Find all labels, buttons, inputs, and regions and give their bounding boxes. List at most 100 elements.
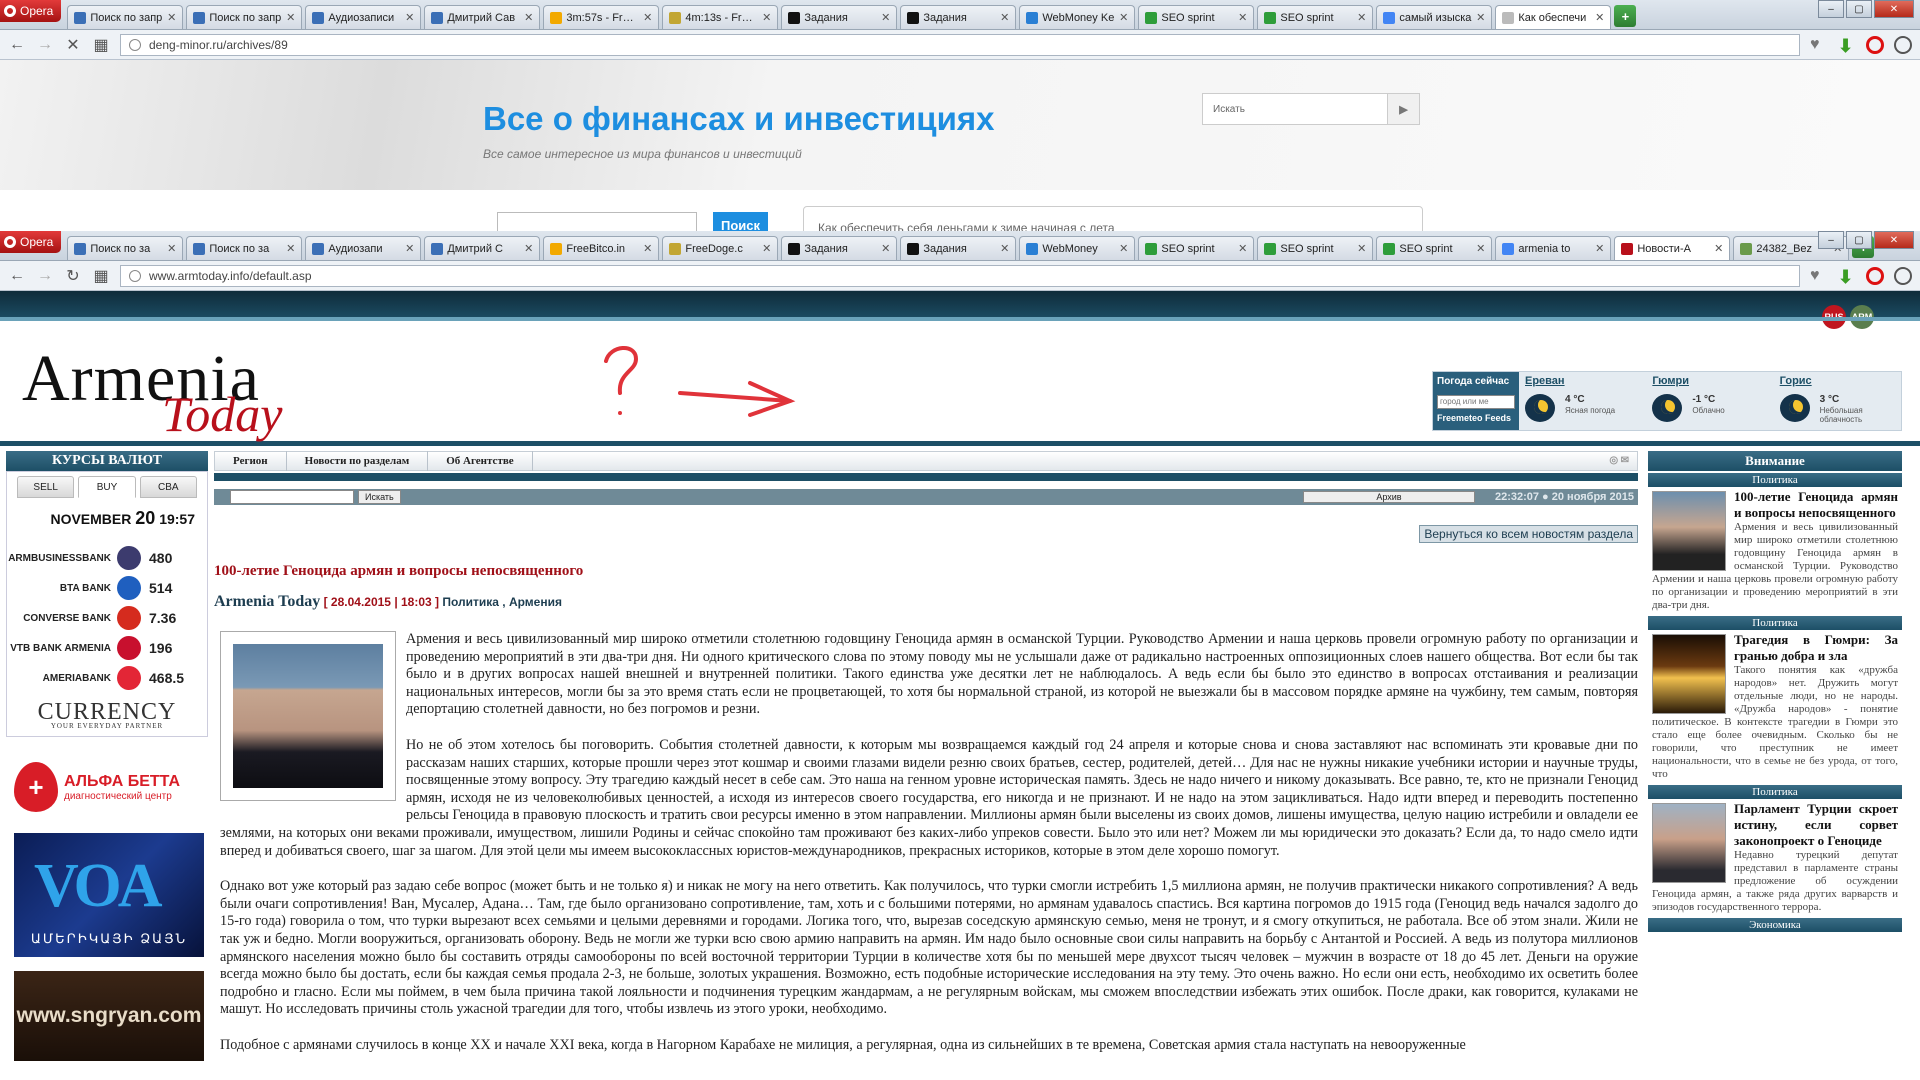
browser-tab[interactable]: SEO sprint ✕ [1138,5,1255,29]
browser-tab[interactable]: SEO sprint ✕ [1138,236,1255,260]
close-tab-icon[interactable]: ✕ [881,242,890,255]
close-tab-icon[interactable]: ✕ [1000,242,1009,255]
close-window-button[interactable]: ✕ [1874,0,1914,18]
new-tab-button[interactable]: + [1614,5,1637,27]
close-tab-icon[interactable]: ✕ [524,11,533,24]
minimize-button[interactable]: – [1818,231,1844,249]
browser-tab[interactable]: WebMoney ✕ [1019,236,1136,260]
browser-tab[interactable]: Задания ✕ [900,236,1017,260]
opera-menu-button[interactable]: Opera [0,0,62,22]
browser-tab[interactable]: SEO sprint ✕ [1257,236,1374,260]
minimize-button[interactable]: – [1818,0,1844,18]
browser-tab[interactable]: SEO sprint ✕ [1376,236,1493,260]
search-arrow-icon[interactable]: ▶ [1387,94,1419,124]
maximize-button[interactable]: ▢ [1846,231,1872,249]
speed-dial-icon[interactable]: ▦ [92,266,110,286]
extension-icon[interactable] [1894,266,1912,285]
weather-city[interactable]: Ереван 4 °C Ясная погода [1519,372,1646,430]
sidebar-news-item[interactable]: Трагедия в Гюмри: За гранью добра и зла Т… [1648,630,1902,783]
close-tab-icon[interactable]: ✕ [405,11,414,24]
sidebar-thumbnail[interactable] [1652,491,1726,571]
close-tab-icon[interactable]: ✕ [1595,242,1604,255]
reload-icon[interactable]: ↻ [64,266,82,286]
browser-tab[interactable]: Поиск по за ✕ [186,236,303,260]
freemeteo-link[interactable]: Freemeteo Feeds [1437,413,1515,423]
nav-item-region[interactable]: Регион [215,451,287,471]
nav-item-sections[interactable]: Новости по разделам [287,451,429,471]
close-tab-icon[interactable]: ✕ [1119,11,1128,24]
adblock-icon[interactable] [1866,266,1884,285]
browser-tab[interactable]: 4m:13s - FreeD ✕ [662,5,779,29]
close-tab-icon[interactable]: ✕ [643,11,652,24]
sidebar-news-item[interactable]: 100-летие Геноцида армян и вопросы непос… [1648,487,1902,614]
browser-tab[interactable]: Задания ✕ [781,5,898,29]
browser-tab[interactable]: armenia to ✕ [1495,236,1612,260]
header-search[interactable]: Искать ▶ [1202,93,1420,125]
browser-tab[interactable]: FreeBitco.in ✕ [543,236,660,260]
site-logo[interactable]: Armenia Today [22,341,282,442]
site-search-input[interactable] [230,490,354,504]
weather-city[interactable]: Горис 3 °C Небольшая облачность [1774,372,1901,430]
stop-icon[interactable]: ✕ [64,35,82,55]
close-tab-icon[interactable]: ✕ [1714,242,1723,255]
browser-tab[interactable]: 3m:57s - FreeB ✕ [543,5,660,29]
close-tab-icon[interactable]: ✕ [1238,11,1247,24]
close-tab-icon[interactable]: ✕ [643,242,652,255]
bookmark-heart-icon[interactable]: ♥ [1810,267,1828,285]
back-icon[interactable]: ← [8,36,26,54]
url-field[interactable]: www.armtoday.info/default.asp [120,264,1800,287]
sngryan-banner[interactable]: www.sngryan.com [14,971,204,1061]
close-tab-icon[interactable]: ✕ [286,11,295,24]
browser-tab[interactable]: Поиск по запр ✕ [67,5,184,29]
browser-tab[interactable]: Аудиозапи ✕ [305,236,422,260]
adblock-icon[interactable] [1866,35,1884,54]
browser-tab[interactable]: Аудиозаписи ✕ [305,5,422,29]
site-title[interactable]: Все о финансах и инвестициях [483,100,994,138]
close-tab-icon[interactable]: ✕ [762,11,771,24]
rss-icon[interactable]: ◎ ✉ [1591,451,1637,471]
weather-city-name[interactable]: Ереван [1525,375,1640,387]
close-tab-icon[interactable]: ✕ [167,242,176,255]
browser-tab[interactable]: Поиск по за ✕ [67,236,184,260]
weather-city[interactable]: Гюмри -1 °C Облачно [1646,372,1773,430]
browser-tab[interactable]: Дмитрий Сав ✕ [424,5,541,29]
url-field[interactable]: deng-minor.ru/archives/89 [120,33,1800,56]
close-tab-icon[interactable]: ✕ [1476,242,1485,255]
back-to-section-button[interactable]: Вернуться ко всем новостям раздела [1419,525,1638,543]
close-tab-icon[interactable]: ✕ [167,11,176,24]
close-tab-icon[interactable]: ✕ [524,242,533,255]
sidebar-thumbnail[interactable] [1652,634,1726,714]
currency-tab[interactable]: CBA [139,476,197,498]
maximize-button[interactable]: ▢ [1846,0,1872,18]
browser-tab[interactable]: WebMoney Ke ✕ [1019,5,1136,29]
sidebar-category[interactable]: Экономика [1648,918,1902,932]
currency-tab[interactable]: SELL [17,476,75,498]
currency-brand[interactable]: CURRENCY YOUR EVERYDAY PARTNER [7,699,207,730]
forward-icon[interactable]: → [36,36,54,54]
nav-item-about[interactable]: Об Агентстве [428,451,533,471]
browser-tab[interactable]: Дмитрий С ✕ [424,236,541,260]
speed-dial-icon[interactable]: ▦ [92,35,110,55]
download-icon[interactable]: ⬇ [1838,36,1856,56]
browser-tab[interactable]: Новости-А ✕ [1614,236,1731,260]
article-category[interactable]: Политика , Армения [442,595,562,609]
opera-menu-button[interactable]: Opera [0,231,62,253]
browser-tab[interactable]: Задания ✕ [781,236,898,260]
browser-tab[interactable]: FreeDoge.c ✕ [662,236,779,260]
browser-tab[interactable]: SEO sprint ✕ [1257,5,1374,29]
close-tab-icon[interactable]: ✕ [1357,11,1366,24]
sidebar-thumbnail[interactable] [1652,803,1726,883]
close-tab-icon[interactable]: ✕ [1595,11,1604,24]
sidebar-category[interactable]: Политика [1648,785,1902,799]
weather-city-name[interactable]: Гюмри [1652,375,1767,387]
sidebar-news-item[interactable]: Парламент Турции скроет истину, если сор… [1648,799,1902,916]
browser-tab[interactable]: самый изыска ✕ [1376,5,1493,29]
alfa-betta-banner[interactable]: + АЛЬФА БЕТТА диагностический центр [6,757,208,817]
browser-tab[interactable]: Задания ✕ [900,5,1017,29]
close-tab-icon[interactable]: ✕ [1000,11,1009,24]
close-tab-icon[interactable]: ✕ [762,242,771,255]
close-tab-icon[interactable]: ✕ [1476,11,1485,24]
forward-icon[interactable]: → [36,267,54,285]
site-search-button[interactable]: Искать [358,490,401,504]
browser-tab[interactable]: Как обеспечи ✕ [1495,5,1612,29]
